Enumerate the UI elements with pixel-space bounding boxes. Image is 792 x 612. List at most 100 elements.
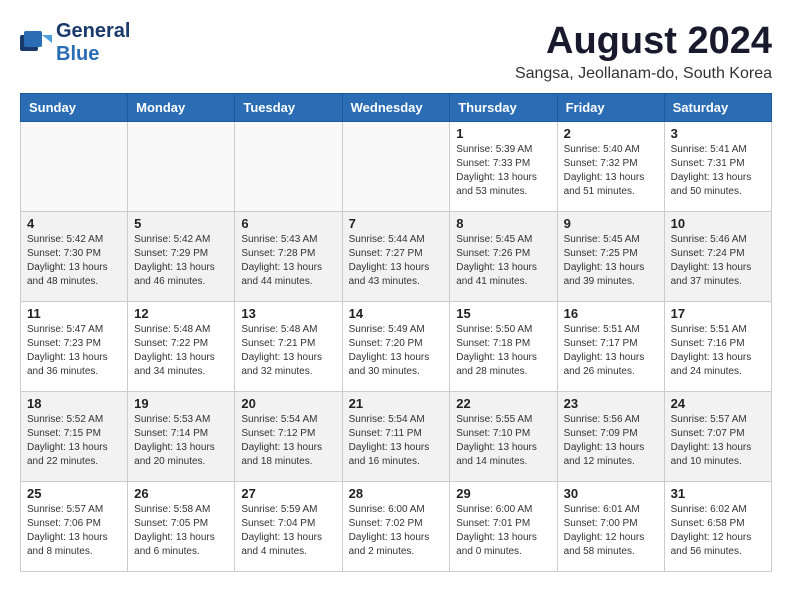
col-header-friday: Friday — [557, 94, 664, 122]
day-info: Sunrise: 5:57 AM Sunset: 7:06 PM Dayligh… — [27, 503, 121, 559]
day-number: 27 — [241, 486, 335, 501]
calendar-cell: 9 Sunrise: 5:45 AM Sunset: 7:25 PM Daylig… — [557, 212, 664, 302]
day-info: Sunrise: 5:57 AM Sunset: 7:07 PM Dayligh… — [671, 413, 765, 469]
calendar-cell: 21Sunrise: 5:54 AM Sunset: 7:11 PM Dayli… — [342, 392, 450, 482]
calendar-week-row: 25 Sunrise: 5:57 AM Sunset: 7:06 PM Dayli… — [21, 482, 772, 572]
day-number: 3 — [671, 126, 765, 141]
day-number: 31 — [671, 486, 765, 501]
logo-text: General Blue — [56, 20, 130, 66]
calendar-cell: 28Sunrise: 6:00 AM Sunset: 7:02 PM Dayli… — [342, 482, 450, 572]
calendar-cell: 2Sunrise: 5:40 AM Sunset: 7:32 PM Daylig… — [557, 122, 664, 212]
day-number: 4 — [27, 216, 121, 231]
calendar-cell — [235, 122, 342, 212]
day-number: 15 — [456, 306, 550, 321]
calendar-cell: 14 Sunrise: 5:49 AM Sunset: 7:20 PM Dayli… — [342, 302, 450, 392]
calendar-cell: 7 Sunrise: 5:44 AM Sunset: 7:27 PM Daylig… — [342, 212, 450, 302]
day-number: 11 — [27, 306, 121, 321]
day-number: 17 — [671, 306, 765, 321]
calendar-cell: 6 Sunrise: 5:43 AM Sunset: 7:28 PM Daylig… — [235, 212, 342, 302]
day-number: 6 — [241, 216, 335, 231]
calendar-cell: 29Sunrise: 6:00 AM Sunset: 7:01 PM Dayli… — [450, 482, 557, 572]
calendar-cell — [21, 122, 128, 212]
logo: General Blue — [20, 20, 130, 66]
day-info: Sunrise: 5:45 AM Sunset: 7:25 PM Dayligh… — [564, 233, 658, 289]
calendar-cell: 20Sunrise: 5:54 AM Sunset: 7:12 PM Dayli… — [235, 392, 342, 482]
day-info: Sunrise: 5:55 AM Sunset: 7:10 PM Dayligh… — [456, 413, 550, 469]
day-number: 18 — [27, 396, 121, 411]
day-number: 29 — [456, 486, 550, 501]
calendar-cell: 17 Sunrise: 5:51 AM Sunset: 7:16 PM Dayli… — [664, 302, 771, 392]
day-info: Sunrise: 6:00 AM Sunset: 7:02 PM Dayligh… — [349, 503, 444, 559]
day-number: 10 — [671, 216, 765, 231]
month-year-title: August 2024 — [515, 20, 772, 63]
day-number: 12 — [134, 306, 228, 321]
col-header-wednesday: Wednesday — [342, 94, 450, 122]
calendar-cell: 19 Sunrise: 5:53 AM Sunset: 7:14 PM Dayli… — [128, 392, 235, 482]
col-header-thursday: Thursday — [450, 94, 557, 122]
calendar-cell: 11Sunrise: 5:47 AM Sunset: 7:23 PM Dayli… — [21, 302, 128, 392]
calendar-cell: 12 Sunrise: 5:48 AM Sunset: 7:22 PM Dayli… — [128, 302, 235, 392]
calendar-cell: 4Sunrise: 5:42 AM Sunset: 7:30 PM Daylig… — [21, 212, 128, 302]
day-info: Sunrise: 5:53 AM Sunset: 7:14 PM Dayligh… — [134, 413, 228, 469]
page-header: General Blue August 2024 Sangsa, Jeollan… — [20, 20, 772, 83]
calendar-cell: 22Sunrise: 5:55 AM Sunset: 7:10 PM Dayli… — [450, 392, 557, 482]
day-info: Sunrise: 5:44 AM Sunset: 7:27 PM Dayligh… — [349, 233, 444, 289]
day-number: 25 — [27, 486, 121, 501]
calendar-cell: 23Sunrise: 5:56 AM Sunset: 7:09 PM Dayli… — [557, 392, 664, 482]
day-info: Sunrise: 5:56 AM Sunset: 7:09 PM Dayligh… — [564, 413, 658, 469]
day-info: Sunrise: 6:01 AM Sunset: 7:00 PM Dayligh… — [564, 503, 658, 559]
day-number: 1 — [456, 126, 550, 141]
calendar-week-row: 18Sunrise: 5:52 AM Sunset: 7:15 PM Dayli… — [21, 392, 772, 482]
day-info: Sunrise: 5:50 AM Sunset: 7:18 PM Dayligh… — [456, 323, 550, 379]
day-info: Sunrise: 5:54 AM Sunset: 7:12 PM Dayligh… — [241, 413, 335, 469]
col-header-tuesday: Tuesday — [235, 94, 342, 122]
day-number: 13 — [241, 306, 335, 321]
calendar-cell: 1 Sunrise: 5:39 AM Sunset: 7:33 PM Daylig… — [450, 122, 557, 212]
calendar-cell: 25 Sunrise: 5:57 AM Sunset: 7:06 PM Dayli… — [21, 482, 128, 572]
day-number: 9 — [564, 216, 658, 231]
calendar-cell: 13 Sunrise: 5:48 AM Sunset: 7:21 PM Dayli… — [235, 302, 342, 392]
calendar-cell — [342, 122, 450, 212]
calendar-cell: 31 Sunrise: 6:02 AM Sunset: 6:58 PM Dayli… — [664, 482, 771, 572]
day-number: 19 — [134, 396, 228, 411]
calendar-cell: 8 Sunrise: 5:45 AM Sunset: 7:26 PM Daylig… — [450, 212, 557, 302]
day-number: 24 — [671, 396, 765, 411]
day-info: Sunrise: 5:46 AM Sunset: 7:24 PM Dayligh… — [671, 233, 765, 289]
day-info: Sunrise: 5:58 AM Sunset: 7:05 PM Dayligh… — [134, 503, 228, 559]
day-info: Sunrise: 5:43 AM Sunset: 7:28 PM Dayligh… — [241, 233, 335, 289]
calendar-cell: 16 Sunrise: 5:51 AM Sunset: 7:17 PM Dayli… — [557, 302, 664, 392]
day-info: Sunrise: 5:48 AM Sunset: 7:21 PM Dayligh… — [241, 323, 335, 379]
day-info: Sunrise: 5:41 AM Sunset: 7:31 PM Dayligh… — [671, 143, 765, 199]
day-info: Sunrise: 5:45 AM Sunset: 7:26 PM Dayligh… — [456, 233, 550, 289]
day-info: Sunrise: 5:51 AM Sunset: 7:16 PM Dayligh… — [671, 323, 765, 379]
day-number: 21 — [349, 396, 444, 411]
calendar-cell: 24 Sunrise: 5:57 AM Sunset: 7:07 PM Dayli… — [664, 392, 771, 482]
day-info: Sunrise: 5:48 AM Sunset: 7:22 PM Dayligh… — [134, 323, 228, 379]
location-subtitle: Sangsa, Jeollanam-do, South Korea — [515, 65, 772, 83]
calendar-table: SundayMondayTuesdayWednesdayThursdayFrid… — [20, 93, 772, 572]
day-info: Sunrise: 5:59 AM Sunset: 7:04 PM Dayligh… — [241, 503, 335, 559]
calendar-cell: 27 Sunrise: 5:59 AM Sunset: 7:04 PM Dayli… — [235, 482, 342, 572]
calendar-week-row: 1 Sunrise: 5:39 AM Sunset: 7:33 PM Daylig… — [21, 122, 772, 212]
title-section: August 2024 Sangsa, Jeollanam-do, South … — [515, 20, 772, 83]
calendar-cell: 3 Sunrise: 5:41 AM Sunset: 7:31 PM Daylig… — [664, 122, 771, 212]
logo-icon — [20, 27, 52, 59]
col-header-monday: Monday — [128, 94, 235, 122]
day-number: 14 — [349, 306, 444, 321]
day-number: 2 — [564, 126, 658, 141]
calendar-cell: 26 Sunrise: 5:58 AM Sunset: 7:05 PM Dayli… — [128, 482, 235, 572]
calendar-week-row: 4Sunrise: 5:42 AM Sunset: 7:30 PM Daylig… — [21, 212, 772, 302]
calendar-cell: 5Sunrise: 5:42 AM Sunset: 7:29 PM Daylig… — [128, 212, 235, 302]
day-info: Sunrise: 6:02 AM Sunset: 6:58 PM Dayligh… — [671, 503, 765, 559]
day-info: Sunrise: 5:42 AM Sunset: 7:29 PM Dayligh… — [134, 233, 228, 289]
col-header-sunday: Sunday — [21, 94, 128, 122]
day-info: Sunrise: 5:49 AM Sunset: 7:20 PM Dayligh… — [349, 323, 444, 379]
day-info: Sunrise: 5:39 AM Sunset: 7:33 PM Dayligh… — [456, 143, 550, 199]
day-number: 16 — [564, 306, 658, 321]
calendar-cell: 15 Sunrise: 5:50 AM Sunset: 7:18 PM Dayli… — [450, 302, 557, 392]
calendar-cell: 10 Sunrise: 5:46 AM Sunset: 7:24 PM Dayli… — [664, 212, 771, 302]
day-number: 26 — [134, 486, 228, 501]
day-number: 8 — [456, 216, 550, 231]
day-info: Sunrise: 5:51 AM Sunset: 7:17 PM Dayligh… — [564, 323, 658, 379]
day-number: 7 — [349, 216, 444, 231]
